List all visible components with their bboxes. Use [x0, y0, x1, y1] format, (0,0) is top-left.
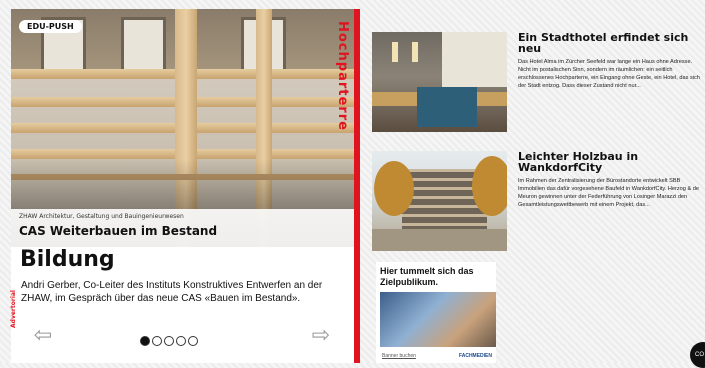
article-excerpt: Im Rahmen der Zentralisierung der Bürost…: [518, 178, 699, 208]
accent-bar: [354, 9, 360, 363]
slide-dot[interactable]: [188, 336, 198, 346]
article-card[interactable]: Leichter Holzbau in WankdorfCity Im Rahm…: [372, 151, 705, 251]
article-body: Leichter Holzbau in WankdorfCity Im Rahm…: [518, 151, 705, 209]
slide-dot[interactable]: [152, 336, 162, 346]
arrow-left-icon[interactable]: ⇦: [28, 323, 58, 347]
article-body: Ein Stadthotel erfindet sich neu Das Hot…: [518, 32, 705, 90]
thumb-tree: [472, 156, 507, 216]
thumb-tree: [374, 161, 414, 216]
ad-photo[interactable]: [380, 292, 496, 347]
section-title: Bildung: [20, 247, 115, 272]
thumb-lamp: [412, 42, 418, 62]
thumb-window: [442, 32, 507, 87]
slide-dot[interactable]: [176, 336, 186, 346]
ad-banner[interactable]: Hier tummelt sich das Zielpublikum. Bann…: [376, 262, 496, 363]
book-banner-link[interactable]: Banner buchen: [382, 353, 416, 359]
article-thumbnail[interactable]: [372, 32, 507, 132]
teaser-text[interactable]: Andri Gerber, Co-Leiter des Instituts Ko…: [21, 279, 323, 305]
slide-dot[interactable]: [164, 336, 174, 346]
article-title[interactable]: Ein Stadthotel erfindet sich neu: [518, 32, 705, 54]
edu-push-badge: EDU-PUSH: [19, 20, 82, 33]
article-card[interactable]: Ein Stadthotel erfindet sich neu Das Hot…: [372, 32, 705, 132]
article-thumbnail[interactable]: [372, 151, 507, 251]
hero-image[interactable]: EDU-PUSH Hochparterre ZHAW Architektur, …: [11, 9, 360, 247]
fachmedien-logo: FACHMEDIEN: [458, 353, 492, 359]
slide-dots: [140, 336, 198, 346]
hero-caption[interactable]: ZHAW Architektur, Gestaltung und Bauinge…: [11, 209, 354, 247]
publisher-vertical-label: Hochparterre: [335, 21, 350, 131]
ad-footer: Banner buchen FACHMEDIEN: [382, 351, 492, 361]
ad-title: Hier tummelt sich das Zielpublikum.: [380, 266, 474, 287]
advertorial-tag: Advertorial: [10, 290, 17, 328]
hero-kicker: ZHAW Architektur, Gestaltung und Bauinge…: [19, 213, 184, 220]
article-title[interactable]: Leichter Holzbau in WankdorfCity: [518, 151, 705, 173]
hero-window: [121, 17, 166, 72]
article-excerpt: Das Hotel Alma im Zürcher Seefeld war la…: [518, 59, 700, 89]
thumb-ground: [372, 229, 507, 251]
hero-title[interactable]: CAS Weiterbauen im Bestand: [19, 224, 346, 238]
arrow-right-icon[interactable]: ⇨: [306, 323, 336, 347]
thumb-lamp: [392, 42, 398, 62]
featured-card[interactable]: EDU-PUSH Hochparterre ZHAW Architektur, …: [11, 9, 360, 363]
slide-dot[interactable]: [140, 336, 150, 346]
chat-fab-button[interactable]: CO: [690, 342, 705, 368]
thumb-counter: [417, 87, 477, 127]
